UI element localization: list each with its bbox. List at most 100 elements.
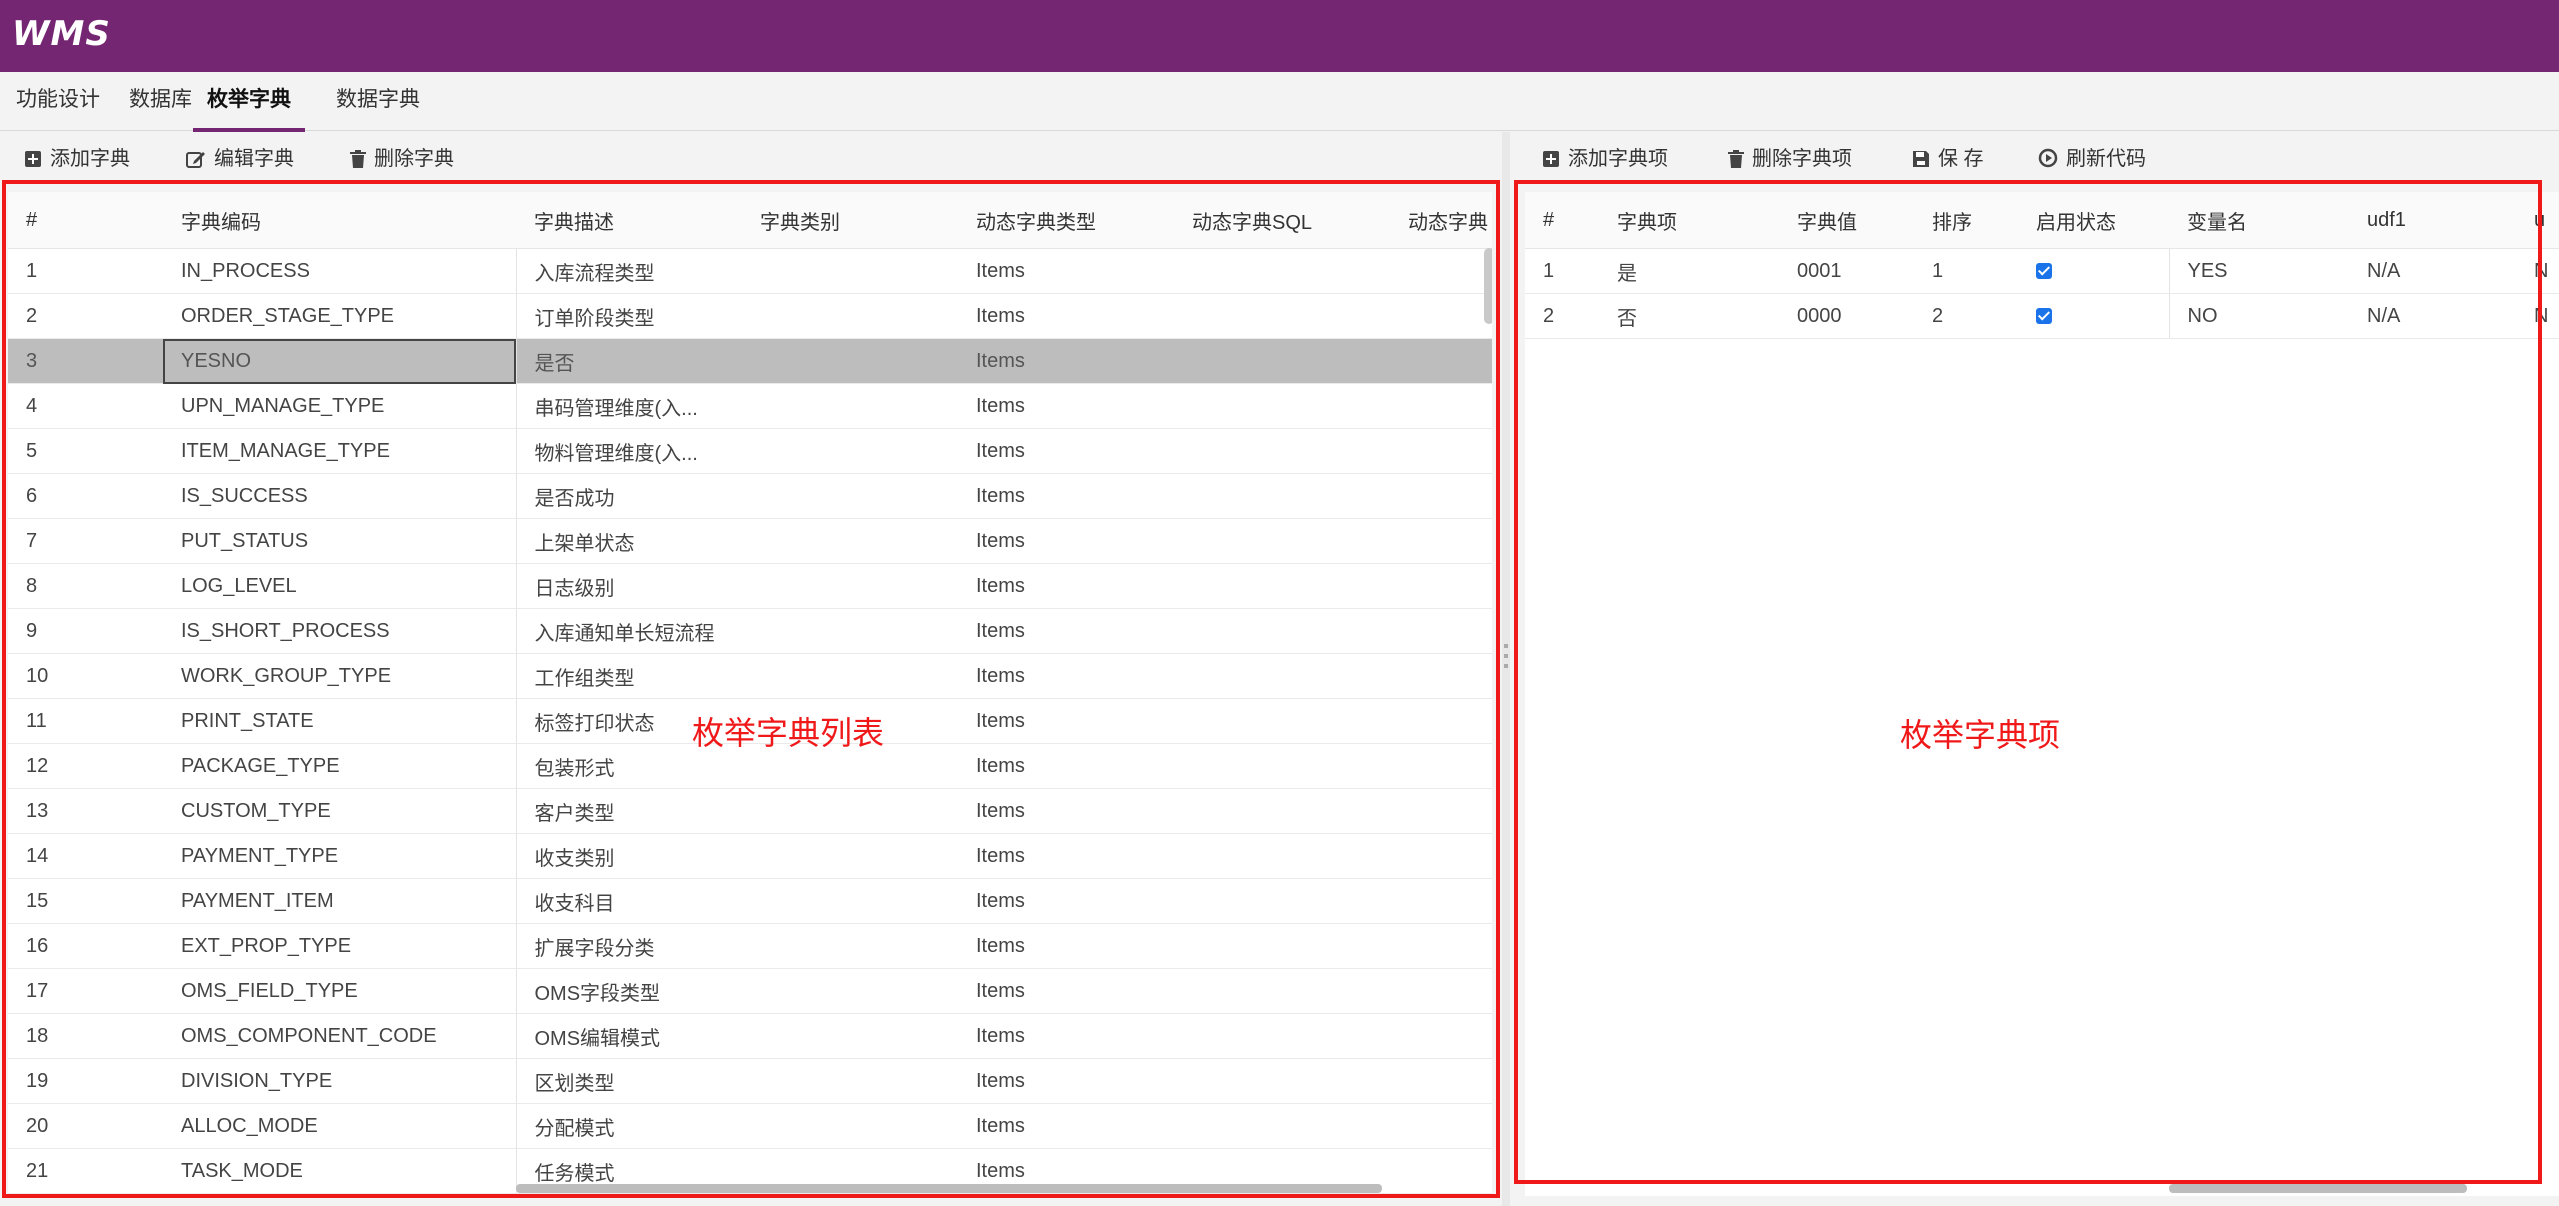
column-header[interactable]: 排序 xyxy=(1914,192,2018,249)
table-cell[interactable]: 7 xyxy=(8,518,163,564)
table-cell[interactable]: YES xyxy=(2169,248,2349,294)
table-cell[interactable]: 17 xyxy=(8,968,163,1014)
column-header[interactable]: 动态字典 xyxy=(1390,192,1492,249)
table-row[interactable]: 1 是 0001 1 YES N/A N xyxy=(1525,248,2559,294)
table-cell[interactable]: 扩展字段分类 xyxy=(516,923,742,969)
table-row[interactable]: 2 否 0000 2 NO N/A N xyxy=(1525,293,2559,339)
table-cell[interactable]: 入库通知单长短流程 xyxy=(516,608,742,654)
table-cell[interactable] xyxy=(742,923,958,969)
tab-function-design[interactable]: 功能设计 xyxy=(16,72,100,128)
table-cell[interactable]: 16 xyxy=(8,923,163,969)
horizontal-scrollbar[interactable] xyxy=(516,1184,1382,1193)
table-cell[interactable] xyxy=(1174,428,1390,474)
table-cell[interactable]: Items xyxy=(958,698,1174,744)
table-cell[interactable]: 客户类型 xyxy=(516,788,742,834)
table-cell[interactable]: OMS_FIELD_TYPE xyxy=(163,968,517,1014)
table-cell[interactable]: 10 xyxy=(8,653,163,699)
table-cell[interactable] xyxy=(1174,338,1390,384)
table-cell[interactable]: CUSTOM_TYPE xyxy=(163,788,517,834)
table-cell[interactable] xyxy=(1390,473,1492,519)
table-cell[interactable]: 1 xyxy=(1525,248,1599,294)
table-cell[interactable] xyxy=(1174,1103,1390,1149)
table-cell[interactable]: ORDER_STAGE_TYPE xyxy=(163,293,517,339)
table-cell[interactable]: 8 xyxy=(8,563,163,609)
enabled-checkbox[interactable] xyxy=(2036,308,2052,325)
table-cell[interactable]: Items xyxy=(958,383,1174,429)
table-cell[interactable]: PRINT_STATE xyxy=(163,698,517,744)
table-cell[interactable] xyxy=(742,428,958,474)
column-header[interactable]: 字典编码 xyxy=(163,192,516,249)
table-cell[interactable]: 订单阶段类型 xyxy=(516,293,742,339)
table-cell[interactable]: 串码管理维度(入... xyxy=(516,383,742,429)
table-cell[interactable]: NO xyxy=(2169,293,2349,339)
table-cell[interactable]: 否 xyxy=(1599,293,1779,339)
table-cell[interactable] xyxy=(742,518,958,564)
table-cell[interactable] xyxy=(1174,653,1390,699)
table-cell[interactable]: Items xyxy=(958,923,1174,969)
column-header[interactable]: 启用状态 xyxy=(2018,192,2169,249)
table-cell[interactable] xyxy=(1174,923,1390,969)
table-cell[interactable]: 19 xyxy=(8,1058,163,1104)
table-cell[interactable] xyxy=(1390,788,1492,834)
table-row[interactable]: 10 WORK_GROUP_TYPE 工作组类型 Items xyxy=(8,653,1492,699)
table-cell[interactable] xyxy=(1174,1013,1390,1059)
table-cell[interactable]: 日志级别 xyxy=(516,563,742,609)
table-cell[interactable]: 2 xyxy=(1525,293,1599,339)
table-cell[interactable] xyxy=(742,293,958,339)
table-cell[interactable] xyxy=(1174,563,1390,609)
table-cell[interactable]: PUT_STATUS xyxy=(163,518,517,564)
table-cell[interactable]: 收支科目 xyxy=(516,878,742,924)
table-cell[interactable]: Items xyxy=(958,608,1174,654)
table-row[interactable]: 6 IS_SUCCESS 是否成功 Items xyxy=(8,473,1492,519)
table-cell[interactable] xyxy=(742,1103,958,1149)
table-cell[interactable] xyxy=(742,878,958,924)
table-cell[interactable]: 收支类别 xyxy=(516,833,742,879)
table-cell[interactable] xyxy=(742,968,958,1014)
table-cell[interactable]: Items xyxy=(958,833,1174,879)
table-cell[interactable]: 物料管理维度(入... xyxy=(516,428,742,474)
table-row[interactable]: 20 ALLOC_MODE 分配模式 Items xyxy=(8,1103,1492,1149)
table-cell[interactable]: Items xyxy=(958,653,1174,699)
table-cell[interactable]: ALLOC_MODE xyxy=(163,1103,517,1149)
table-cell[interactable] xyxy=(1390,833,1492,879)
column-header[interactable]: u xyxy=(2516,192,2559,249)
table-cell[interactable]: PAYMENT_TYPE xyxy=(163,833,517,879)
table-cell[interactable] xyxy=(1390,428,1492,474)
pane-splitter[interactable] xyxy=(1502,132,1510,1206)
table-cell[interactable]: EXT_PROP_TYPE xyxy=(163,923,517,969)
table-cell[interactable]: 9 xyxy=(8,608,163,654)
table-cell[interactable] xyxy=(742,248,958,294)
table-row[interactable]: 15 PAYMENT_ITEM 收支科目 Items xyxy=(8,878,1492,924)
table-cell[interactable] xyxy=(1174,248,1390,294)
table-row[interactable]: 1 IN_PROCESS 入库流程类型 Items xyxy=(8,248,1492,294)
table-cell[interactable] xyxy=(742,608,958,654)
table-cell[interactable]: 4 xyxy=(8,383,163,429)
table-cell[interactable]: 0001 xyxy=(1779,248,1914,294)
column-header[interactable]: # xyxy=(1525,192,1599,249)
table-cell[interactable] xyxy=(742,788,958,834)
table-cell[interactable]: PACKAGE_TYPE xyxy=(163,743,517,789)
table-cell[interactable]: 1 xyxy=(1914,248,2018,294)
table-cell[interactable]: TASK_MODE xyxy=(163,1148,517,1194)
table-cell[interactable]: PAYMENT_ITEM xyxy=(163,878,517,924)
table-cell[interactable]: 是 xyxy=(1599,248,1779,294)
table-cell[interactable] xyxy=(742,833,958,879)
table-cell[interactable]: 上架单状态 xyxy=(516,518,742,564)
table-cell[interactable]: 区划类型 xyxy=(516,1058,742,1104)
table-cell[interactable]: 6 xyxy=(8,473,163,519)
table-cell[interactable] xyxy=(742,1013,958,1059)
table-cell[interactable] xyxy=(1174,608,1390,654)
table-cell[interactable] xyxy=(1174,878,1390,924)
table-row[interactable]: 5 ITEM_MANAGE_TYPE 物料管理维度(入... Items xyxy=(8,428,1492,474)
vertical-scrollbar[interactable] xyxy=(1484,248,1492,324)
table-cell[interactable]: 0000 xyxy=(1779,293,1914,339)
table-cell[interactable] xyxy=(2018,248,2170,294)
table-cell[interactable] xyxy=(1174,518,1390,564)
table-cell[interactable]: 入库流程类型 xyxy=(516,248,742,294)
table-cell[interactable] xyxy=(1390,518,1492,564)
table-cell[interactable]: 1 xyxy=(8,248,163,294)
table-cell[interactable]: 15 xyxy=(8,878,163,924)
table-cell[interactable]: N/A xyxy=(2349,248,2516,294)
table-row[interactable]: 17 OMS_FIELD_TYPE OMS字段类型 Items xyxy=(8,968,1492,1014)
table-cell[interactable]: IS_SUCCESS xyxy=(163,473,517,519)
